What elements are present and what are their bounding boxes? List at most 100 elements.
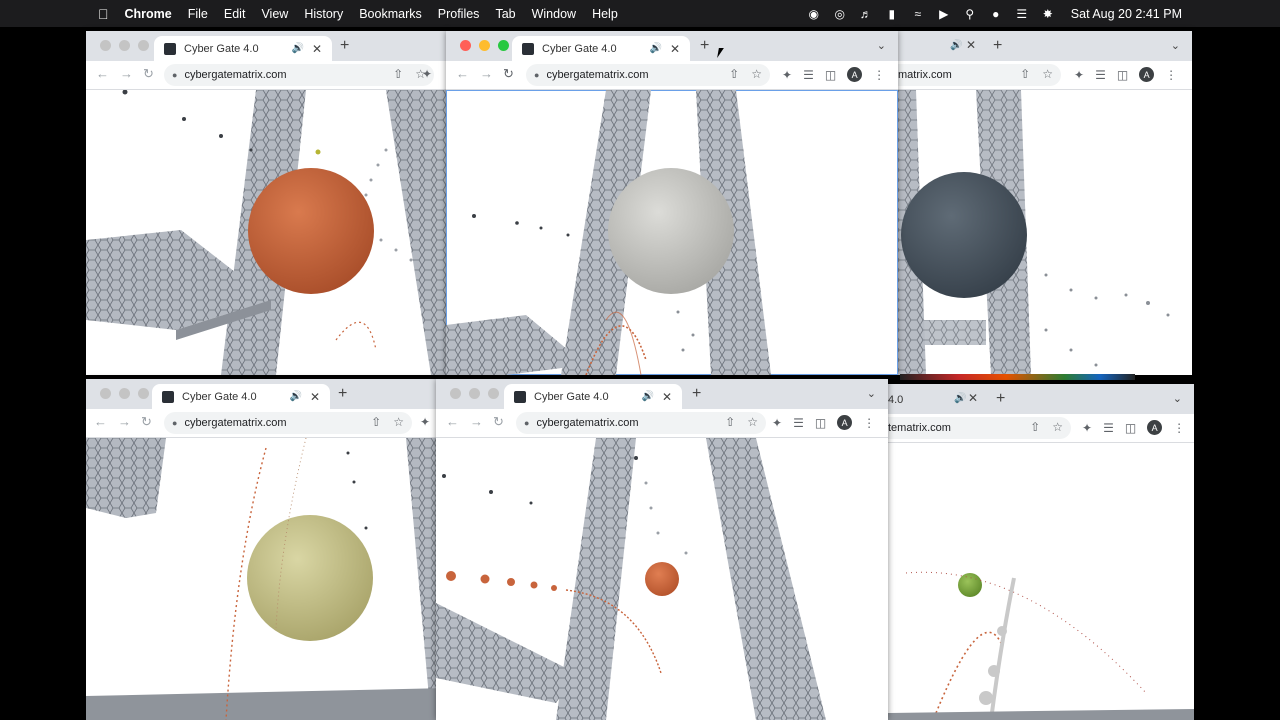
menu-app-name[interactable]: Chrome <box>125 7 172 21</box>
zoom-window-button[interactable] <box>138 40 149 51</box>
extensions-icon[interactable]: ✦ <box>1074 68 1084 82</box>
menu-help[interactable]: Help <box>592 7 618 21</box>
close-window-button[interactable] <box>100 388 111 399</box>
address-bar[interactable]: ● cybergatematrix.com ⇧ ☆ <box>526 64 770 86</box>
lock-icon[interactable]: ● <box>534 70 539 80</box>
extensions-icon[interactable]: ✦ <box>422 67 432 81</box>
tab-audio-icon[interactable]: 🔊 <box>649 43 661 54</box>
forward-icon[interactable]: → <box>118 414 131 429</box>
new-tab-button[interactable]: + <box>700 37 709 55</box>
menu-kebab-icon[interactable]: ⋮ <box>863 416 875 430</box>
reload-icon[interactable]: ↻ <box>143 66 154 82</box>
lock-icon[interactable]: ● <box>172 70 177 80</box>
share-icon[interactable]: ⇧ <box>393 67 403 81</box>
tab-close-icon[interactable]: ✕ <box>312 42 322 56</box>
volume-icon[interactable]: ♬ <box>859 7 873 21</box>
profile-avatar[interactable]: A <box>837 415 853 430</box>
tab-cyber-gate[interactable]: Cyber Gate 4.0 🔊 ✕ <box>152 384 330 409</box>
tab-cyber-gate[interactable]: Cyber Gate 4.0 🔊 ✕ <box>154 36 332 61</box>
tab-search-icon[interactable]: ⌄ <box>877 39 886 52</box>
extensions-icon[interactable]: ✦ <box>782 68 792 82</box>
menu-tab[interactable]: Tab <box>495 7 515 21</box>
menu-window[interactable]: Window <box>532 7 576 21</box>
search-icon[interactable]: ⚲ <box>963 7 977 21</box>
webgl-canvas[interactable] <box>886 443 1194 720</box>
battery-icon[interactable]: ▮ <box>885 7 899 21</box>
menu-edit[interactable]: Edit <box>224 7 246 21</box>
share-icon[interactable]: ⇧ <box>729 67 739 81</box>
reading-list-icon[interactable]: ☰ <box>1103 421 1114 435</box>
reload-icon[interactable]: ↻ <box>503 66 514 82</box>
profile-avatar[interactable]: A <box>847 67 863 82</box>
tab-close-icon[interactable]: ✕ <box>662 390 672 404</box>
address-bar[interactable]: ● cybergatematrix.com ⇧ ☆ <box>516 412 766 434</box>
minimize-window-button[interactable] <box>119 388 130 399</box>
profile-avatar[interactable]: A <box>1147 420 1163 435</box>
bookmark-star-icon[interactable]: ☆ <box>747 415 758 429</box>
tab-audio-icon[interactable]: 🔊 <box>291 43 303 54</box>
apple-menu-icon[interactable]:  <box>98 6 109 22</box>
tab-cyber-gate[interactable]: Cyber Gate 4.0 🔊 ✕ <box>504 384 682 409</box>
reading-list-icon[interactable]: ☰ <box>793 416 804 430</box>
webgl-canvas[interactable] <box>86 438 448 720</box>
menu-view[interactable]: View <box>261 7 288 21</box>
new-tab-button[interactable]: + <box>692 385 701 403</box>
address-bar[interactable]: matrix.com ⇧ ☆ <box>896 64 1061 86</box>
extensions-icon[interactable]: ✦ <box>1082 421 1092 435</box>
close-window-button[interactable] <box>450 388 461 399</box>
zoom-window-button[interactable] <box>138 388 149 399</box>
reading-list-icon[interactable]: ☰ <box>1095 68 1106 82</box>
airdrop-icon[interactable]: ◎ <box>833 7 847 21</box>
lock-icon[interactable]: ● <box>172 418 177 428</box>
share-icon[interactable]: ⇧ <box>1020 67 1030 81</box>
reload-icon[interactable]: ↻ <box>493 414 504 430</box>
close-window-button[interactable] <box>100 40 111 51</box>
share-icon[interactable]: ⇧ <box>371 415 381 429</box>
wifi-icon[interactable]: ≈ <box>911 7 925 21</box>
reading-list-icon[interactable]: ☰ <box>803 68 814 82</box>
tab-search-icon[interactable]: ⌄ <box>1173 392 1182 405</box>
profile-avatar[interactable]: A <box>1139 67 1155 82</box>
new-tab-button[interactable]: + <box>996 390 1005 408</box>
address-bar[interactable]: ● cybergatematrix.com ⇧ ☆ <box>164 412 412 434</box>
forward-icon[interactable]: → <box>470 414 483 429</box>
back-icon[interactable]: ← <box>456 66 469 81</box>
tab-audio-icon[interactable]: 🔊 <box>289 391 301 402</box>
zoom-window-button[interactable] <box>488 388 499 399</box>
bookmark-star-icon[interactable]: ☆ <box>751 67 762 81</box>
bookmark-star-icon[interactable]: ☆ <box>393 415 404 429</box>
back-icon[interactable]: ← <box>446 414 459 429</box>
extensions-icon[interactable]: ✦ <box>772 416 782 430</box>
control-center-icon[interactable]: ☰ <box>1015 7 1029 21</box>
siri-icon[interactable]: ✸ <box>1041 7 1055 21</box>
menu-profiles[interactable]: Profiles <box>438 7 480 21</box>
minimize-window-button[interactable] <box>469 388 480 399</box>
tab-cyber-gate[interactable]: Cyber Gate 4.0 🔊 ✕ <box>512 36 690 61</box>
lock-icon[interactable]: ● <box>524 418 529 428</box>
menu-datetime[interactable]: Sat Aug 20 2:41 PM <box>1071 7 1182 21</box>
tab-search-icon[interactable]: ⌄ <box>867 387 876 400</box>
menu-history[interactable]: History <box>304 7 343 21</box>
minimize-window-button[interactable] <box>479 40 490 51</box>
tab-audio-icon[interactable]: 🔊 <box>950 40 962 51</box>
back-icon[interactable]: ← <box>94 414 107 429</box>
webgl-canvas[interactable] <box>86 90 448 375</box>
zoom-window-button[interactable] <box>498 40 509 51</box>
forward-icon[interactable]: → <box>480 66 493 81</box>
wechat-icon[interactable]: ● <box>989 7 1003 21</box>
play-icon[interactable]: ▶ <box>937 7 951 21</box>
share-icon[interactable]: ⇧ <box>725 415 735 429</box>
menu-bookmarks[interactable]: Bookmarks <box>359 7 422 21</box>
tab-close-icon[interactable]: ✕ <box>968 391 978 405</box>
bookmark-star-icon[interactable]: ☆ <box>1052 420 1063 434</box>
side-panel-icon[interactable]: ◫ <box>1117 68 1128 82</box>
extensions-icon[interactable]: ✦ <box>420 415 430 429</box>
side-panel-icon[interactable]: ◫ <box>1125 421 1136 435</box>
tab-search-icon[interactable]: ⌄ <box>1171 39 1180 52</box>
record-icon[interactable]: ◉ <box>807 7 821 21</box>
menu-kebab-icon[interactable]: ⋮ <box>1165 68 1177 82</box>
menu-kebab-icon[interactable]: ⋮ <box>873 68 885 82</box>
side-panel-icon[interactable]: ◫ <box>815 416 826 430</box>
address-bar[interactable]: ● cybergatematrix.com ⇧ ☆ <box>164 64 434 86</box>
close-window-button[interactable] <box>460 40 471 51</box>
